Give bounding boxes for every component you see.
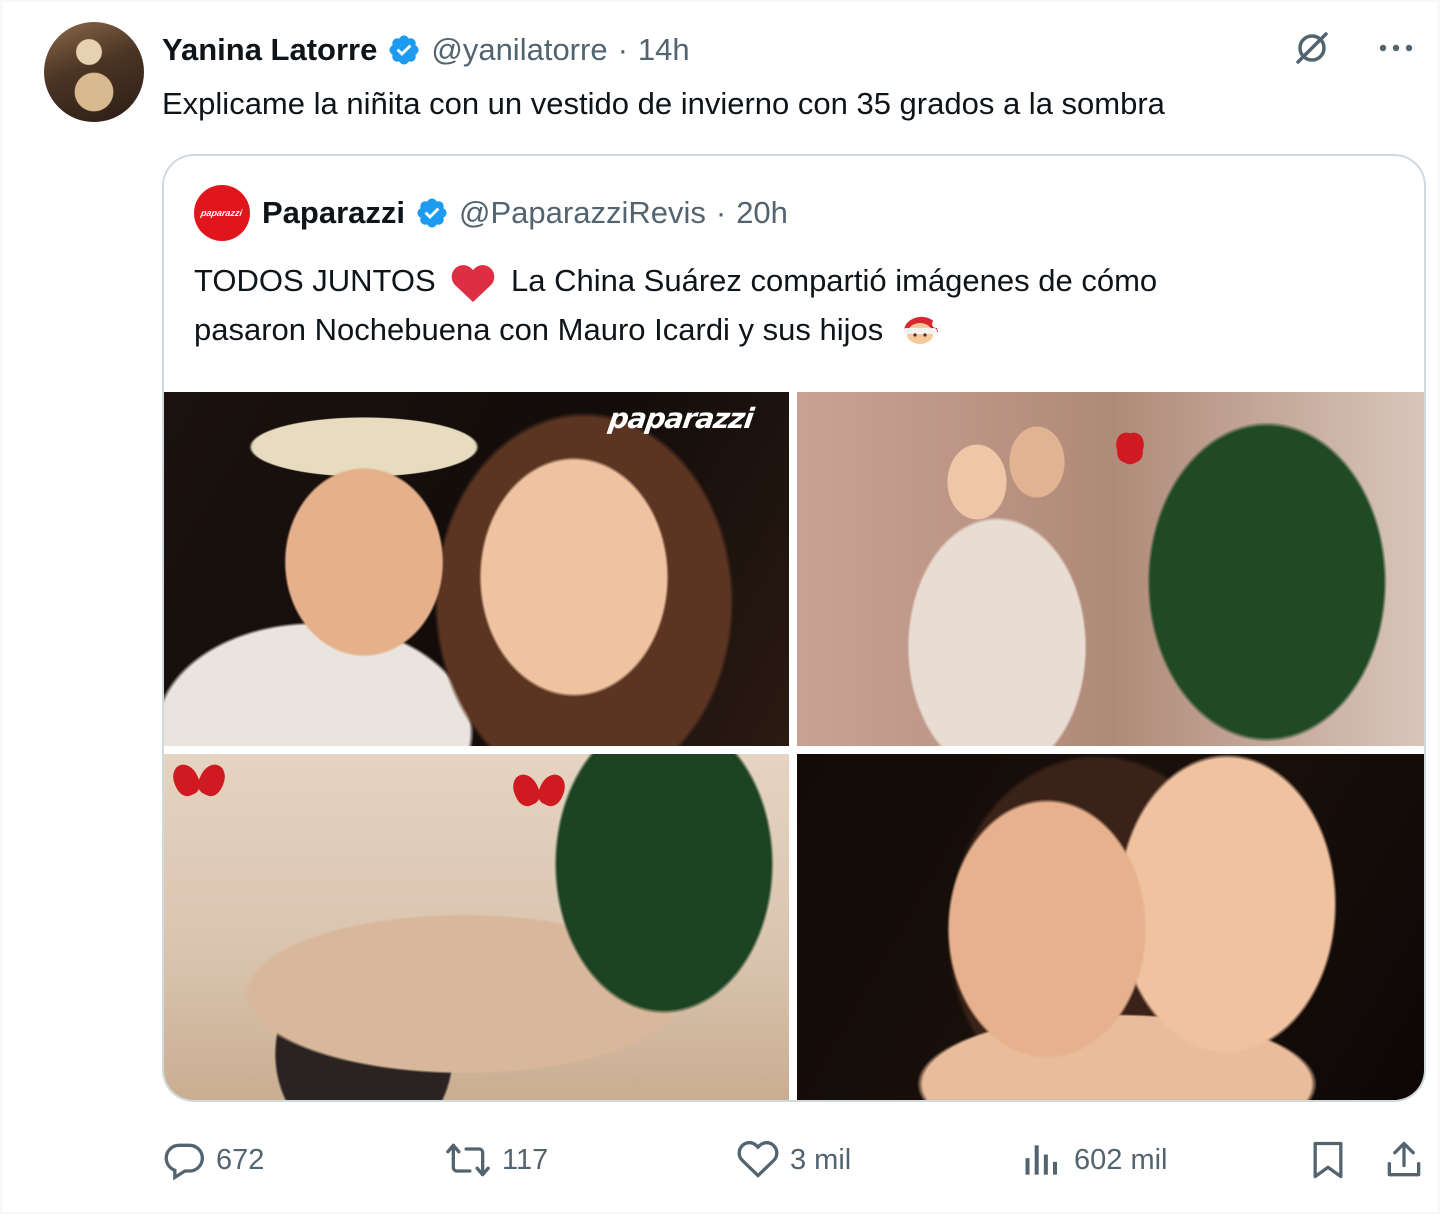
like-icon (737, 1141, 779, 1178)
bookmark-icon (1313, 1141, 1343, 1179)
share-button[interactable] (1382, 1136, 1436, 1184)
quoted-tweet[interactable]: paparazzi Paparazzi @PaparazziRevis · 20… (162, 154, 1426, 1102)
tweet-time[interactable]: 14h (638, 32, 690, 68)
verified-badge-icon (417, 198, 447, 228)
photo-couple-christmas-tree[interactable] (797, 392, 1424, 746)
tree-ornament-bow (1117, 432, 1143, 454)
more-icon[interactable] (1374, 26, 1418, 70)
tweet-header: Yanina Latorre @yanilatorre · 14h (162, 26, 690, 74)
separator-dot: · (617, 32, 628, 67)
author-handle[interactable]: @yanilatorre (431, 32, 607, 68)
heart-emoji (452, 264, 495, 302)
quote-text-line-1: TODOS JUNTOS La China Suárez compartió i… (194, 256, 1394, 305)
quote-time[interactable]: 20h (736, 195, 788, 231)
share-icon (1387, 1141, 1421, 1177)
photo-watermark: paparazzi (606, 402, 756, 435)
views-count: 602 mil (1074, 1143, 1168, 1176)
reply-count: 672 (216, 1143, 265, 1176)
reply-button[interactable]: 672 (162, 1136, 264, 1184)
views-button[interactable]: 602 mil (1020, 1136, 1168, 1184)
photo-family-on-stairs[interactable] (164, 754, 789, 1100)
views-icon (1025, 1145, 1058, 1175)
tweet-top-actions (1290, 26, 1418, 70)
repost-count: 117 (502, 1143, 549, 1176)
quote-author-handle[interactable]: @PaparazziRevis (459, 195, 706, 231)
quote-text-line-2: pasaron Nochebuena con Mauro Icardi y su… (194, 305, 1394, 354)
repost-icon (446, 1143, 490, 1177)
like-count: 3 mil (790, 1143, 852, 1176)
quote-text-line-2-text: pasaron Nochebuena con Mauro Icardi y su… (194, 312, 884, 347)
separator-dot: · (715, 195, 727, 230)
author-name[interactable]: Yanina Latorre (162, 32, 377, 68)
photo-mother-daughter-selfie[interactable] (797, 754, 1424, 1100)
tweet-text: Explicame la niñita con un vestido de in… (162, 86, 1165, 121)
tweet-card[interactable]: Yanina Latorre @yanilatorre · 14h Explic… (2, 2, 1438, 1212)
quote-text: TODOS JUNTOS La China Suárez compartió i… (194, 256, 1394, 354)
verified-badge-icon (389, 35, 419, 65)
red-bow (514, 774, 564, 814)
quote-media-grid: paparazzi (164, 392, 1424, 1100)
grok-icon[interactable] (1290, 26, 1334, 70)
santa-emoji (902, 316, 940, 347)
tweet-actions: 672 117 3 mil 602 mil (162, 1136, 1426, 1184)
quote-avatar-logo: paparazzi (200, 208, 244, 218)
photo-selfie-couple[interactable]: paparazzi (164, 392, 789, 746)
author-avatar[interactable] (44, 22, 144, 122)
repost-button[interactable]: 117 (444, 1136, 548, 1184)
reply-icon (164, 1143, 204, 1181)
quote-text-todos-juntos: TODOS JUNTOS (194, 263, 436, 298)
quote-author-avatar[interactable]: paparazzi (194, 185, 250, 241)
bookmark-button[interactable] (1306, 1136, 1360, 1184)
quote-author-name[interactable]: Paparazzi (262, 195, 405, 231)
quote-header: paparazzi Paparazzi @PaparazziRevis · 20… (194, 185, 788, 241)
like-button[interactable]: 3 mil (736, 1136, 851, 1184)
quote-text-line-1-rest: La China Suárez compartió imágenes de có… (510, 263, 1158, 298)
red-bow (174, 764, 224, 804)
